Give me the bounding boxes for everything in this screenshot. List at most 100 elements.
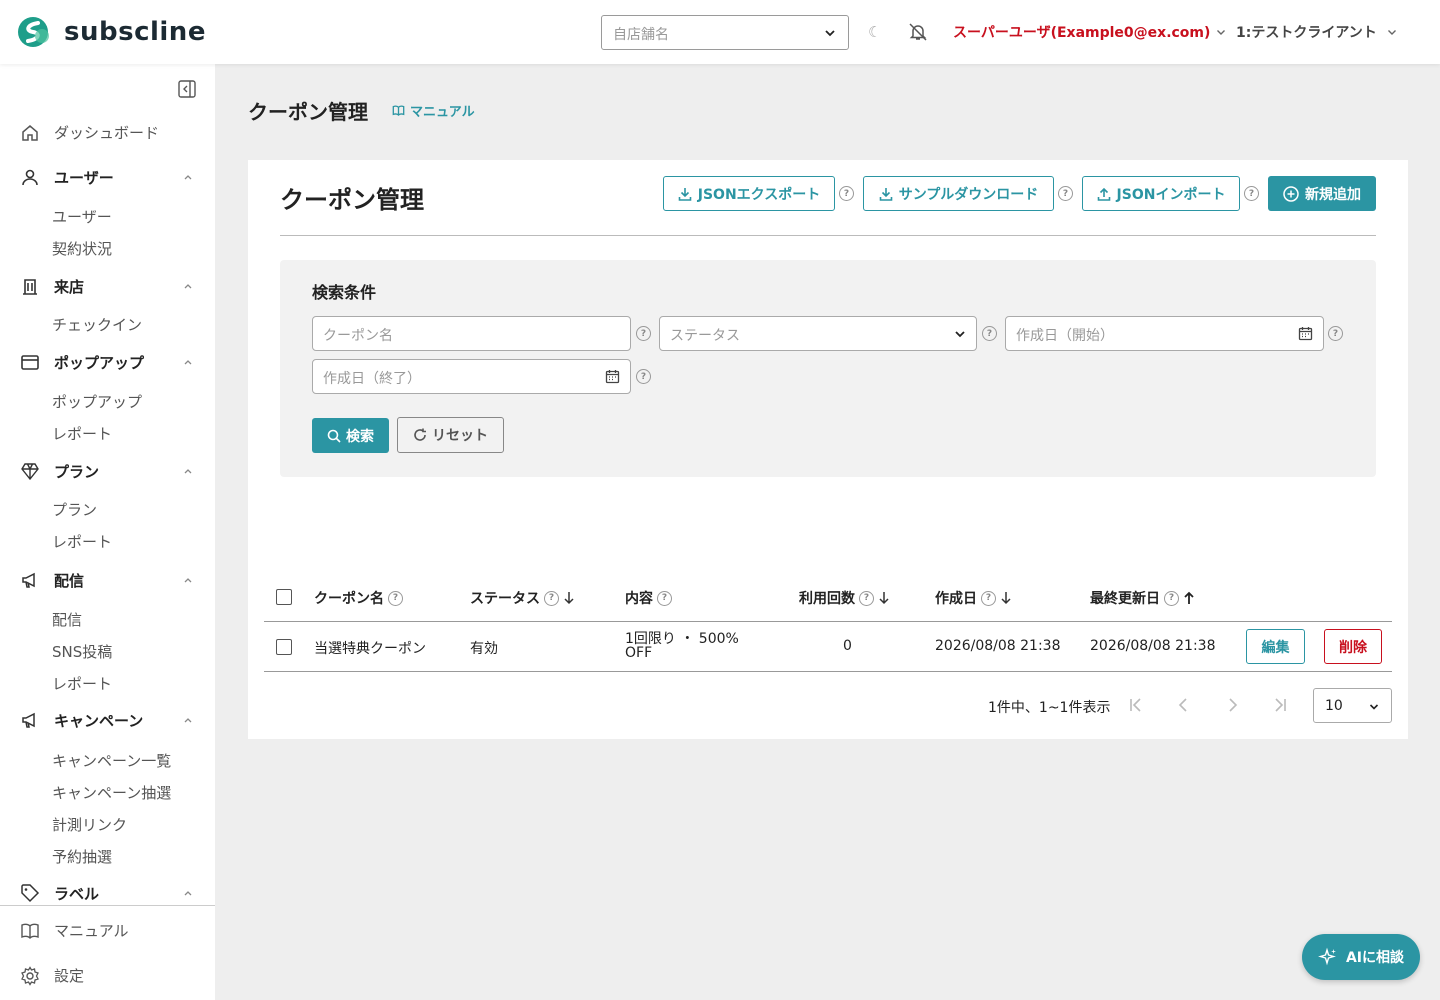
cell-updated: 2026/08/08 21:38	[1090, 638, 1216, 654]
card-title: クーポン管理	[280, 186, 424, 214]
sidebar-footer: マニュアル 設定	[0, 905, 215, 1000]
store-select[interactable]: 自店舗名	[601, 15, 849, 50]
megaphone-icon	[22, 712, 35, 728]
column-header-name[interactable]: クーポン名 ?	[314, 588, 403, 608]
add-new-button[interactable]: 新規追加	[1268, 176, 1376, 211]
column-header-label: クーポン名	[314, 591, 384, 607]
help-icon[interactable]: ?	[657, 590, 672, 606]
column-header-created[interactable]: 作成日 ?	[935, 588, 1012, 608]
sidebar-item-tracking-link[interactable]: 計測リンク	[52, 814, 127, 835]
ai-consult-button[interactable]: AIに相談	[1302, 934, 1420, 980]
help-icon[interactable]: ?	[636, 369, 651, 384]
help-icon[interactable]: ?	[1058, 186, 1073, 201]
sidebar-item-plan[interactable]: プラン	[52, 499, 97, 520]
search-button[interactable]: 検索	[312, 418, 389, 453]
next-page-icon[interactable]	[1224, 697, 1240, 713]
chevron-down-icon	[955, 331, 965, 338]
sidebar-section-label-tags[interactable]: ラベル	[20, 881, 195, 905]
client-menu[interactable]: 1:テストクライアント	[1236, 22, 1397, 42]
cell-created: 2026/08/08 21:38	[935, 638, 1061, 654]
help-icon[interactable]: ?	[859, 590, 874, 606]
sample-download-label: サンプルダウンロード	[898, 186, 1039, 203]
book-icon	[392, 105, 405, 116]
sidebar-item-delivery-report[interactable]: レポート	[52, 673, 112, 694]
select-all-checkbox[interactable]	[276, 589, 292, 605]
calendar-icon	[1298, 327, 1313, 341]
sidebar-section-visit[interactable]: 来店	[20, 274, 195, 298]
sidebar-section-delivery[interactable]: 配信	[20, 568, 195, 592]
edit-button[interactable]: 編集	[1246, 629, 1305, 664]
sidebar-item-sns-post[interactable]: SNS投稿	[52, 641, 112, 662]
sidebar-item-plan-report[interactable]: レポート	[52, 531, 112, 552]
sidebar-item-campaign-lottery[interactable]: キャンペーン抽選	[52, 782, 171, 803]
sidebar-item-settings[interactable]: 設定	[20, 965, 84, 986]
store-select-placeholder: 自店舗名	[613, 27, 669, 43]
json-export-label: JSONエクスポート	[697, 186, 821, 203]
column-header-status[interactable]: ステータス ?	[470, 588, 575, 608]
status-select[interactable]: ステータス	[659, 316, 977, 351]
coupon-name-input[interactable]: クーポン名	[312, 316, 631, 351]
megaphone-icon	[22, 572, 35, 588]
user-menu[interactable]: スーパーユーザ(Example0@ex.com)	[953, 22, 1226, 42]
sidebar-section-user[interactable]: ユーザー	[20, 165, 195, 189]
help-icon[interactable]: ?	[839, 186, 854, 201]
notification-off-icon[interactable]	[908, 22, 928, 42]
cell-content-line: OFF	[625, 645, 653, 661]
window-icon	[21, 355, 39, 370]
reset-button[interactable]: リセット	[397, 417, 504, 453]
json-import-button[interactable]: JSONインポート	[1082, 176, 1240, 211]
prev-page-icon[interactable]	[1176, 697, 1192, 713]
sidebar-item-reservation-lottery[interactable]: 予約抽選	[52, 846, 112, 867]
sidebar-item-label: 設定	[54, 967, 85, 985]
plus-circle-icon	[1283, 185, 1299, 202]
card-divider	[280, 235, 1376, 236]
help-icon[interactable]: ?	[544, 590, 559, 606]
cell-content-line: 1回限り ・ 500%	[625, 631, 739, 647]
chevron-up-icon	[184, 578, 192, 583]
column-header-usage[interactable]: 利用回数 ?	[799, 588, 890, 608]
chevron-up-icon	[184, 284, 192, 289]
upload-icon	[1097, 187, 1110, 201]
search-icon	[327, 429, 341, 443]
page-size-value: 10	[1325, 698, 1343, 714]
first-page-icon[interactable]	[1128, 697, 1144, 713]
help-icon[interactable]: ?	[388, 590, 403, 606]
sidebar-section-popup[interactable]: ポップアップ	[20, 350, 195, 374]
sidebar-item-checkin[interactable]: チェックイン	[52, 314, 142, 335]
help-icon[interactable]: ?	[1244, 186, 1259, 201]
help-icon[interactable]: ?	[981, 590, 996, 606]
help-icon[interactable]: ?	[982, 326, 997, 341]
manual-link[interactable]: マニュアル	[392, 101, 475, 120]
sidebar-collapse-icon[interactable]	[177, 79, 197, 99]
column-header-content[interactable]: 内容 ?	[625, 588, 672, 608]
sidebar-item-manual[interactable]: マニュアル	[20, 920, 129, 941]
sidebar-item-delivery[interactable]: 配信	[52, 609, 82, 630]
gear-icon	[21, 965, 39, 986]
sidebar-item-popup-report[interactable]: レポート	[52, 423, 112, 444]
help-icon[interactable]: ?	[1164, 590, 1179, 606]
dark-mode-toggle-icon[interactable]: ☾	[868, 21, 881, 43]
sample-download-button[interactable]: サンプルダウンロード	[863, 176, 1054, 211]
sidebar-section-plan[interactable]: プラン	[20, 459, 195, 483]
created-end-date-input[interactable]: 作成日（終了）	[312, 359, 631, 394]
created-end-placeholder: 作成日（終了）	[323, 371, 421, 387]
delete-button[interactable]: 削除	[1324, 629, 1382, 664]
json-export-button[interactable]: JSONエクスポート	[663, 176, 835, 211]
help-icon[interactable]: ?	[1328, 326, 1343, 341]
app-logo[interactable]: subscline	[16, 16, 206, 48]
status-placeholder: ステータス	[670, 328, 740, 344]
sidebar-item-dashboard[interactable]: ダッシュボード	[20, 122, 159, 143]
sidebar-item-contracts[interactable]: 契約状況	[52, 238, 112, 259]
page-size-select[interactable]: 10	[1313, 688, 1392, 723]
row-checkbox[interactable]	[276, 639, 292, 655]
column-header-updated[interactable]: 最終更新日 ?	[1090, 588, 1195, 608]
logo-mark-icon	[18, 17, 49, 47]
sidebar-item-popup[interactable]: ポップアップ	[52, 391, 142, 412]
last-page-icon[interactable]	[1272, 697, 1288, 713]
created-start-date-input[interactable]: 作成日（開始）	[1005, 316, 1324, 351]
sidebar-section-campaign[interactable]: キャンペーン	[20, 708, 195, 732]
sidebar-item-campaign-list[interactable]: キャンペーン一覧	[52, 750, 171, 771]
sidebar-item-users[interactable]: ユーザー	[52, 206, 112, 227]
help-icon[interactable]: ?	[636, 326, 651, 341]
chevron-up-icon	[184, 360, 192, 365]
